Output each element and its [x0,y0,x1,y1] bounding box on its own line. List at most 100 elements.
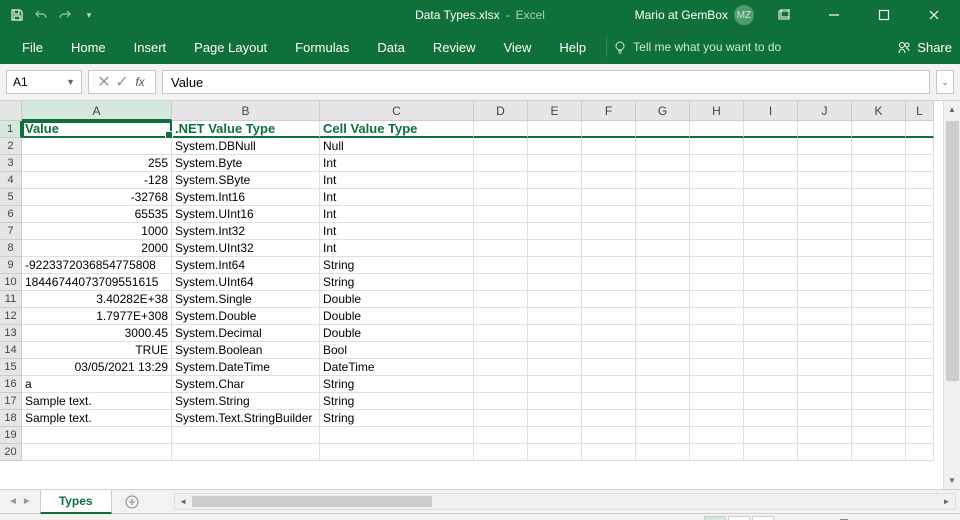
cell[interactable] [852,240,906,257]
cell[interactable]: 03/05/2021 13:29 [22,359,172,376]
cell[interactable] [474,325,528,342]
cell[interactable] [798,240,852,257]
cell[interactable] [582,308,636,325]
cell[interactable] [636,359,690,376]
cell[interactable] [798,444,852,461]
row-header-8[interactable]: 8 [0,240,22,257]
scroll-right-icon[interactable]: ► [938,494,955,509]
row-header-12[interactable]: 12 [0,308,22,325]
column-header-l[interactable]: L [906,101,934,121]
cell[interactable] [906,223,934,240]
cell[interactable]: Value [22,121,172,138]
row-header-14[interactable]: 14 [0,342,22,359]
cell[interactable]: System.Int64 [172,257,320,274]
cell[interactable]: System.Single [172,291,320,308]
cell[interactable] [582,410,636,427]
add-sheet-button[interactable] [120,490,144,514]
cell[interactable] [582,427,636,444]
scroll-up-icon[interactable]: ▲ [944,101,960,118]
sheet-tab-types[interactable]: Types [40,490,112,514]
cell[interactable]: 1.7977E+308 [22,308,172,325]
cell[interactable] [636,308,690,325]
horizontal-scroll-thumb[interactable] [192,496,432,507]
tab-help[interactable]: Help [545,30,600,64]
cell[interactable] [582,342,636,359]
cell[interactable] [852,393,906,410]
cell[interactable]: System.DBNull [172,138,320,155]
cell[interactable] [798,172,852,189]
cell[interactable] [528,393,582,410]
cell[interactable] [528,206,582,223]
column-header-f[interactable]: F [582,101,636,121]
cell[interactable] [906,257,934,274]
cell[interactable] [474,257,528,274]
cell[interactable] [528,427,582,444]
cell[interactable]: 18446744073709551615 [22,274,172,291]
cell[interactable] [798,206,852,223]
cell[interactable] [690,342,744,359]
cell[interactable] [474,155,528,172]
cell[interactable] [744,206,798,223]
tab-formulas[interactable]: Formulas [281,30,363,64]
cell[interactable]: Int [320,189,474,206]
cell[interactable]: System.Byte [172,155,320,172]
row-header-15[interactable]: 15 [0,359,22,376]
cell[interactable] [744,121,798,138]
ribbon-display-options-button[interactable] [764,0,804,30]
maximize-button[interactable] [864,0,904,30]
cell[interactable] [744,308,798,325]
cell[interactable] [852,274,906,291]
cell[interactable] [636,393,690,410]
user-account[interactable]: Mario at GemBox MZ [635,5,754,25]
cell[interactable] [582,257,636,274]
cell[interactable]: System.SByte [172,172,320,189]
cell[interactable] [798,393,852,410]
cell[interactable] [528,240,582,257]
cell[interactable] [906,138,934,155]
cell[interactable] [636,257,690,274]
cell[interactable] [636,138,690,155]
cell[interactable]: .NET Value Type [172,121,320,138]
cell[interactable] [852,257,906,274]
cell[interactable] [636,121,690,138]
cell[interactable] [582,274,636,291]
cell[interactable] [690,223,744,240]
cell[interactable] [690,155,744,172]
cell[interactable] [906,376,934,393]
cell[interactable] [798,325,852,342]
row-header-18[interactable]: 18 [0,410,22,427]
cell[interactable] [474,138,528,155]
cell[interactable] [474,393,528,410]
cell[interactable]: Double [320,325,474,342]
row-header-17[interactable]: 17 [0,393,22,410]
cell[interactable] [852,359,906,376]
row-header-5[interactable]: 5 [0,189,22,206]
cell[interactable] [474,274,528,291]
worksheet-grid[interactable]: ABCDEFGHIJKL 123456789101112131415161718… [0,101,960,489]
row-header-7[interactable]: 7 [0,223,22,240]
cell[interactable] [528,138,582,155]
cell[interactable] [906,393,934,410]
redo-icon[interactable] [56,6,74,24]
cell[interactable] [320,427,474,444]
cell[interactable]: Int [320,223,474,240]
cell[interactable] [852,121,906,138]
cell[interactable] [690,257,744,274]
share-button[interactable]: Share [897,40,952,55]
cell[interactable] [798,189,852,206]
cell[interactable] [474,223,528,240]
cell[interactable] [852,342,906,359]
cell[interactable] [690,172,744,189]
cell[interactable] [798,427,852,444]
cell[interactable] [744,223,798,240]
cell[interactable] [906,427,934,444]
cell[interactable] [744,138,798,155]
cell[interactable]: Int [320,172,474,189]
cell[interactable] [582,155,636,172]
qat-customize-icon[interactable]: ▾ [80,6,98,24]
cell[interactable] [582,291,636,308]
cell[interactable] [852,223,906,240]
cell[interactable] [906,342,934,359]
cell[interactable]: DateTime [320,359,474,376]
cell[interactable] [474,342,528,359]
